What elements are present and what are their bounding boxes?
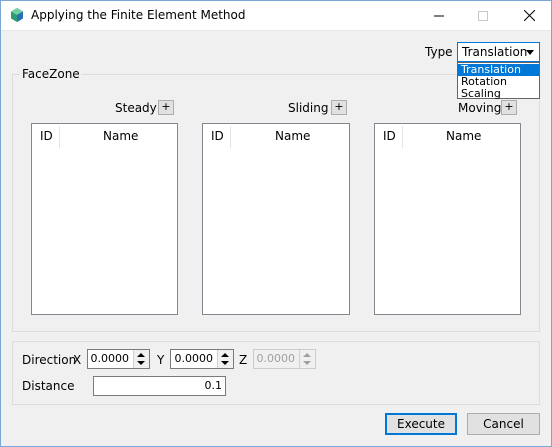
spin-up-icon[interactable] — [137, 353, 145, 357]
app-icon — [11, 8, 23, 22]
column-separator[interactable] — [59, 126, 60, 148]
type-label: Type — [425, 45, 453, 59]
direction-z-spinner: 0.0000 — [253, 349, 316, 369]
direction-x-spinner[interactable]: 0.0000 — [87, 349, 150, 369]
steady-header-id[interactable]: ID — [40, 129, 53, 143]
sliding-header-id[interactable]: ID — [211, 129, 224, 143]
direction-z-value: 0.0000 — [256, 352, 296, 365]
spin-down-icon[interactable] — [221, 361, 229, 365]
close-button[interactable] — [506, 0, 552, 31]
type-select[interactable]: Translation — [457, 42, 540, 62]
moving-header-name[interactable]: Name — [446, 129, 481, 143]
facezone-legend: FaceZone — [20, 67, 82, 81]
column-separator[interactable] — [402, 126, 403, 148]
steady-header-name[interactable]: Name — [103, 129, 138, 143]
minimize-icon — [434, 15, 444, 16]
type-select-value: Translation — [462, 45, 528, 59]
minimize-button[interactable] — [416, 0, 462, 31]
direction-z-label: Z — [239, 353, 248, 367]
direction-x-value: 0.0000 — [90, 352, 130, 365]
steady-label: Steady — [115, 101, 157, 115]
direction-y-value: 0.0000 — [174, 352, 214, 365]
direction-y-spinner[interactable]: 0.0000 — [170, 349, 234, 369]
type-dropdown-list: Translation Rotation Scaling — [457, 62, 540, 100]
type-option-scaling[interactable]: Scaling — [458, 88, 539, 100]
moving-label: Moving — [458, 101, 502, 115]
spinner-buttons[interactable] — [217, 350, 233, 368]
spinner-buttons — [299, 350, 315, 368]
spin-up-icon — [303, 353, 311, 357]
execute-button[interactable]: Execute — [385, 413, 457, 435]
spinner-buttons[interactable] — [133, 350, 149, 368]
sliding-list[interactable]: ID Name — [202, 123, 350, 315]
spin-down-icon — [303, 361, 311, 365]
moving-list[interactable]: ID Name — [374, 123, 521, 315]
close-icon — [523, 10, 535, 21]
direction-label: Direction — [22, 353, 77, 367]
add-moving-button[interactable]: + — [501, 100, 517, 115]
distance-label: Distance — [22, 379, 75, 393]
column-separator[interactable] — [230, 126, 231, 148]
spin-down-icon[interactable] — [137, 361, 145, 365]
chevron-down-icon — [526, 50, 534, 55]
moving-header-id[interactable]: ID — [383, 129, 396, 143]
sliding-label: Sliding — [288, 101, 329, 115]
distance-input[interactable]: 0.1 — [93, 376, 226, 396]
sliding-header-name[interactable]: Name — [275, 129, 310, 143]
steady-list[interactable]: ID Name — [31, 123, 178, 315]
cancel-button[interactable]: Cancel — [467, 413, 540, 435]
spin-up-icon[interactable] — [221, 353, 229, 357]
maximize-button — [460, 0, 506, 31]
add-steady-button[interactable]: + — [158, 100, 174, 115]
maximize-icon — [478, 10, 488, 21]
distance-value: 0.1 — [204, 379, 223, 392]
add-sliding-button[interactable]: + — [331, 100, 347, 115]
window-title: Applying the Finite Element Method — [31, 8, 246, 22]
direction-x-label: X — [73, 353, 82, 367]
direction-y-label: Y — [157, 353, 165, 367]
